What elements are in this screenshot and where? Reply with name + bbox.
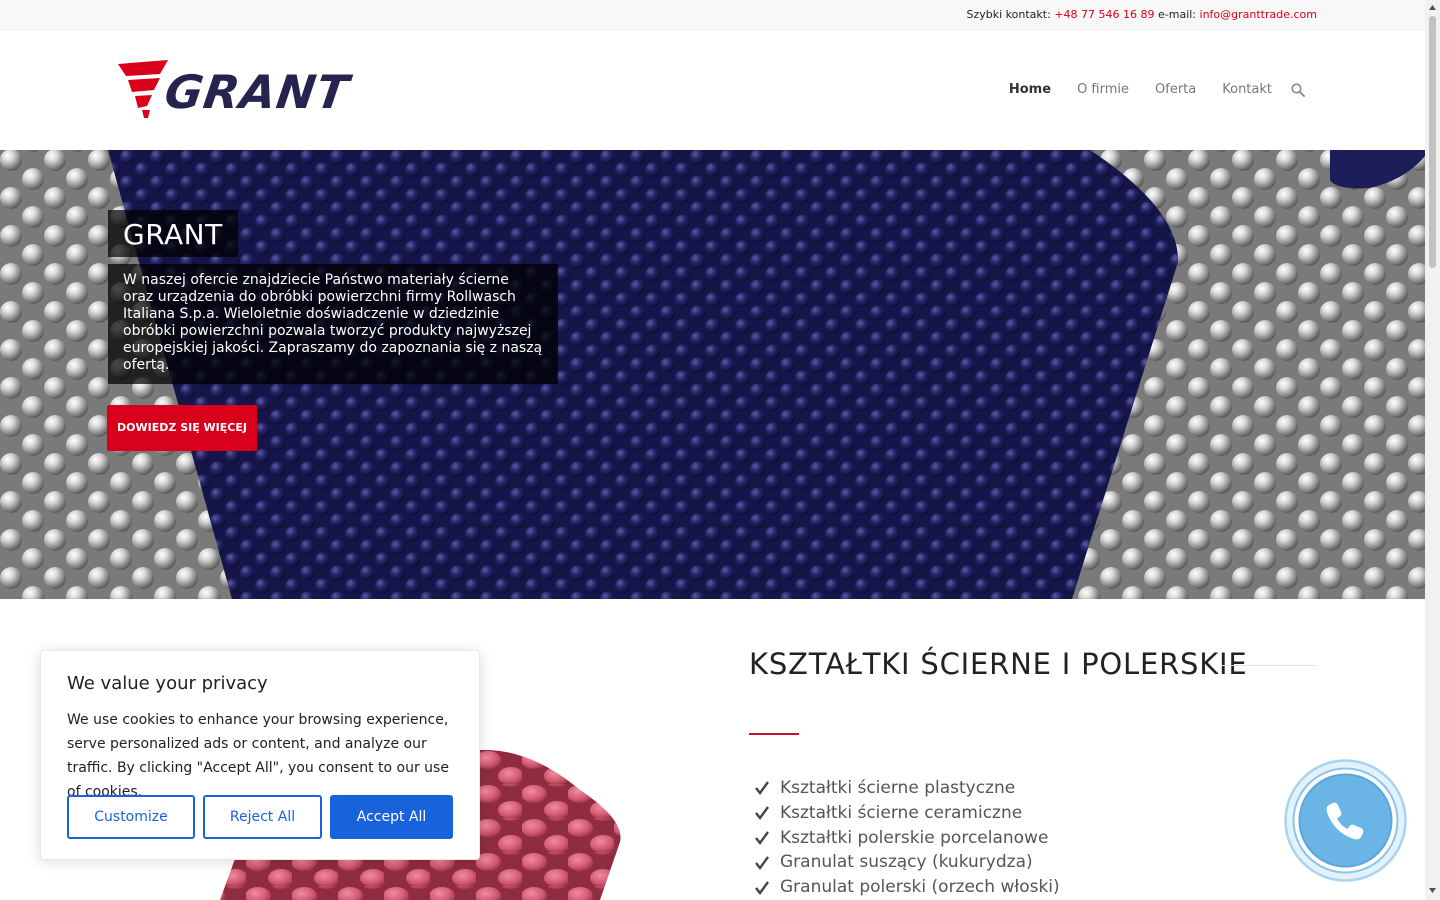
section-title: KSZTAŁTKI ŚCIERNE I POLERSKIE <box>749 647 1248 681</box>
email-link[interactable]: info@granttrade.com <box>1200 8 1317 21</box>
logo-text: GRANT <box>161 65 355 119</box>
list-item-label: Kształtki ścierne ceramiczne <box>780 802 1023 823</box>
list-item: Granulat suszący (kukurydza) <box>755 850 1060 875</box>
customize-button[interactable]: Customize <box>67 795 195 839</box>
scrollbar-thumb[interactable] <box>1429 16 1436 268</box>
nav-o-firmie[interactable]: O firmie <box>1064 82 1142 97</box>
search-icon[interactable] <box>1291 83 1305 97</box>
quick-contact: Szybki kontakt: +48 77 546 16 89 e-mail:… <box>967 8 1317 21</box>
check-icon <box>755 831 769 845</box>
list-item: Kształtki ścierne plastyczne <box>755 776 1060 801</box>
list-item: Kształtki ścierne ceramiczne <box>755 801 1060 826</box>
list-item: Kształtki polerskie porcelanowe <box>755 826 1060 851</box>
learn-more-button[interactable]: DOWIEDZ SIĘ WIĘCEJ <box>107 405 257 451</box>
logo[interactable]: GRANT <box>116 58 361 122</box>
main-nav: Home O firmie Oferta Kontakt <box>996 82 1305 97</box>
nav-oferta[interactable]: Oferta <box>1142 82 1209 97</box>
title-divider <box>1222 665 1317 666</box>
logo-icon <box>118 60 168 118</box>
check-icon <box>755 880 769 895</box>
cookie-title: We value your privacy <box>67 673 268 694</box>
list-item-label: Kształtki polerskie porcelanowe <box>780 827 1049 848</box>
hero-description: W naszej ofercie znajdziecie Państwo mat… <box>108 264 558 384</box>
reject-all-button[interactable]: Reject All <box>203 795 322 839</box>
list-item-label: Granulat polerski (orzech włoski) <box>780 877 1060 898</box>
hero-title: GRANT <box>108 210 238 257</box>
cookie-consent-dialog: We value your privacy We use cookies to … <box>40 650 480 860</box>
accept-all-button[interactable]: Accept All <box>330 795 453 839</box>
nav-kontakt[interactable]: Kontakt <box>1209 82 1285 97</box>
nav-home[interactable]: Home <box>996 82 1064 97</box>
phone-link[interactable]: +48 77 546 16 89 <box>1054 8 1154 21</box>
top-contact-bar: Szybki kontakt: +48 77 546 16 89 e-mail:… <box>0 0 1425 30</box>
red-accent-rule <box>749 733 799 735</box>
list-item-label: Granulat suszący (kukurydza) <box>780 852 1033 873</box>
product-list: Kształtki ścierne plastyczne Kształtki ś… <box>755 776 1060 900</box>
list-item-label: Kształtki ścierne plastyczne <box>780 778 1016 798</box>
scroll-up-icon[interactable] <box>1428 3 1437 12</box>
list-item: Granulat polerski (orzech włoski) <box>755 875 1060 900</box>
scroll-down-icon[interactable] <box>1428 886 1437 895</box>
check-icon <box>755 856 769 870</box>
page-scrollbar[interactable] <box>1425 0 1440 900</box>
email-label: e-mail: <box>1158 8 1197 21</box>
quick-contact-label: Szybki kontakt: <box>966 8 1051 21</box>
cookie-text: We use cookies to enhance your browsing … <box>67 712 449 800</box>
check-icon <box>755 781 769 796</box>
site-header: GRANT Home O firmie Oferta Kontakt <box>0 30 1425 150</box>
call-button[interactable] <box>1284 759 1407 882</box>
check-icon <box>755 806 769 821</box>
hero-slider: GRANT W naszej ofercie znajdziecie Państ… <box>0 150 1425 599</box>
